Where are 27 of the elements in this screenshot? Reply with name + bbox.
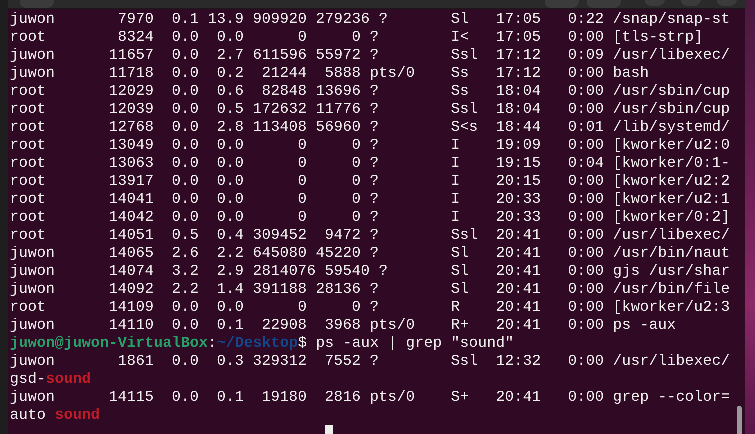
output-line: gsd-sound [10, 371, 92, 389]
process-line: root 13063 0.0 0.0 0 0 ? I 19:15 0:04 [kworker/0:1- [10, 155, 730, 173]
process-line: root 12768 0.0 2.8 113408 56960 ? S<s 18:44 0:01 /lib/systemd/ [10, 119, 730, 137]
process-line: root 14042 0.0 0.0 0 0 ? I 20:33 0:00 [kworker/0:2] [10, 209, 730, 227]
toolbar-button[interactable] [545, 0, 579, 8]
process-line: root 12029 0.0 0.6 82848 13696 ? Ss 18:04 0:00 /usr/sbin/cup [10, 83, 730, 101]
process-line: juwon 1861 0.0 0.3 329312 7552 ? Ssl 12:32 0:00 /usr/libexec/ [10, 353, 730, 371]
process-line: root 14041 0.0 0.0 0 0 ? I 20:33 0:00 [kworker/u2:1 [10, 191, 730, 209]
scrollbar-thumb[interactable] [737, 406, 742, 434]
process-line: root 14051 0.5 0.4 309452 9472 ? Ssl 20:41 0:00 /usr/libexec/ [10, 227, 730, 245]
process-line: juwon 11718 0.0 0.2 21244 5888 pts/0 Ss 17:12 0:00 bash [10, 65, 650, 83]
process-line: juwon 7970 0.1 13.9 909920 279236 ? Sl 17:05 0:22 /snap/snap-st [10, 11, 730, 29]
process-line: juwon 14110 0.0 0.1 22908 3968 pts/0 R+ 20:41 0:00 ps -aux [10, 317, 676, 335]
process-line: root 12039 0.0 0.5 172632 11776 ? Ssl 18:04 0:00 /usr/sbin/cup [10, 101, 730, 119]
toolbar-button[interactable] [20, 0, 54, 8]
process-line: juwon 14065 2.6 2.2 645080 45220 ? Sl 20:41 0:00 /usr/bin/naut [10, 245, 730, 263]
process-line: root 8324 0.0 0.0 0 0 ? I< 17:05 0:00 [tls-strp] [10, 29, 704, 47]
process-line: root 14109 0.0 0.0 0 0 ? R 20:41 0:00 [kworker/u2:3 [10, 299, 730, 317]
process-line: juwon 14074 3.2 2.9 2814076 59540 ? Sl 20:41 0:00 gjs /usr/shar [10, 263, 730, 281]
process-line: root 13049 0.0 0.0 0 0 ? I 19:09 0:00 [kworker/u2:0 [10, 137, 730, 155]
output-line: auto sound [10, 407, 100, 425]
process-line: juwon 14092 2.2 1.4 391188 28136 ? Sl 20:41 0:00 /usr/bin/file [10, 281, 730, 299]
process-line: root 13917 0.0 0.0 0 0 ? I 20:15 0:00 [kworker/u2:2 [10, 173, 730, 191]
prompt-line: juwon@juwon-VirtualBox:~/Desktop$ ps -aux | grep "sound" [10, 335, 514, 353]
toolbar-button[interactable] [587, 0, 621, 8]
process-line: juwon 14115 0.0 0.1 19180 2816 pts/0 S+ 20:41 0:00 grep --color= [10, 389, 730, 407]
process-line: juwon 11657 0.0 2.7 611596 55972 ? Ssl 17:12 0:09 /usr/libexec/ [10, 47, 730, 65]
